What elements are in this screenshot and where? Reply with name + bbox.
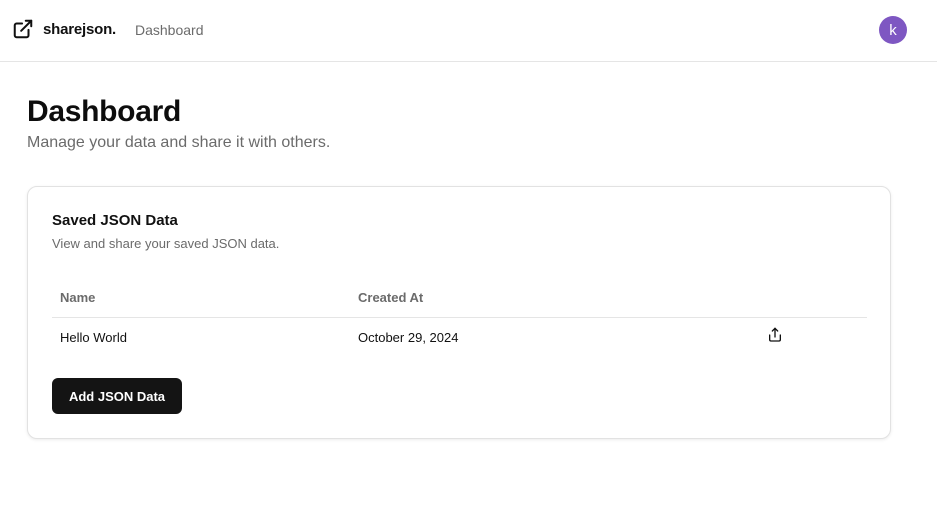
brand-name: sharejson. (43, 20, 117, 38)
user-avatar[interactable]: k (879, 16, 907, 44)
add-json-data-button[interactable]: Add JSON Data (52, 378, 182, 414)
nav-link-dashboard[interactable]: Dashboard (135, 22, 204, 38)
row-created-at-cell: October 29, 2024 (358, 330, 459, 345)
share-button[interactable] (766, 327, 784, 348)
brand-link[interactable]: sharejson. (12, 18, 116, 40)
top-nav-bar: sharejson. Dashboard k (0, 0, 937, 62)
page-title: Dashboard (27, 95, 181, 128)
page-subtitle: Manage your data and share it with other… (27, 134, 331, 151)
card-description: View and share your saved JSON data. (52, 236, 280, 251)
column-header-created-at: Created At (358, 290, 424, 305)
saved-json-card: Saved JSON Data View and share your save… (27, 186, 891, 439)
table-header: Name Created At (52, 277, 867, 318)
share-icon (767, 327, 783, 348)
column-header-name: Name (60, 290, 96, 305)
card-title: Saved JSON Data (52, 212, 178, 229)
external-link-icon (12, 18, 34, 40)
json-data-table: Name Created At Hello World October 29, … (52, 277, 867, 357)
avatar-initial: k (889, 21, 897, 39)
row-name-cell: Hello World (60, 330, 127, 345)
table-row[interactable]: Hello World October 29, 2024 (52, 318, 867, 357)
